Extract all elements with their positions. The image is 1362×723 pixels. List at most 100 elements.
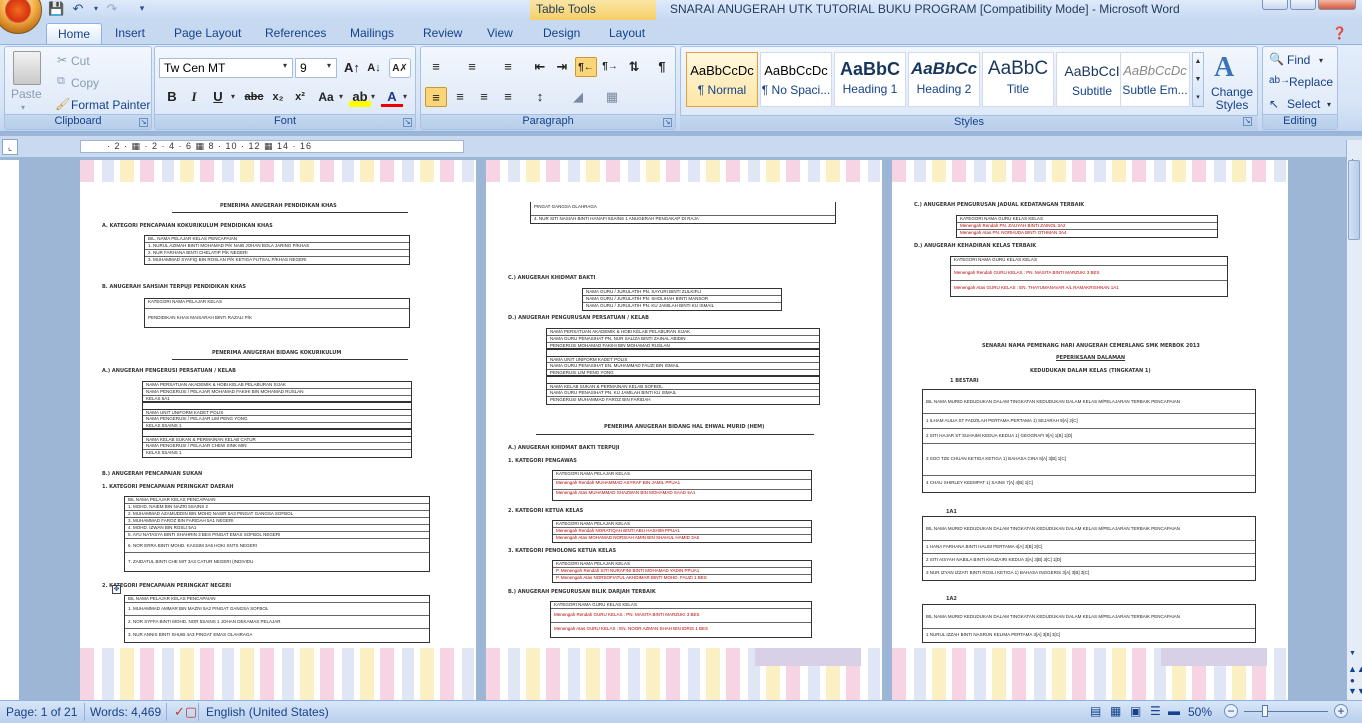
show-formatting-icon[interactable]: ¶ — [651, 57, 673, 77]
tab-review[interactable]: Review — [412, 23, 473, 44]
bullets-icon[interactable]: ≡ — [425, 57, 447, 77]
font-name-box[interactable]: Tw Cen MT — [159, 58, 293, 78]
shading-icon[interactable]: ◢ — [567, 87, 589, 107]
justify-icon[interactable]: ≡ — [497, 87, 519, 107]
draft-icon[interactable]: ▬ — [1168, 704, 1180, 718]
scroll-thumb[interactable] — [1348, 160, 1360, 240]
select-button[interactable]: Select — [1287, 97, 1320, 111]
font-color-dropdown-icon[interactable]: ▾ — [403, 92, 407, 101]
tab-view[interactable]: View — [476, 23, 524, 44]
minimize-button[interactable] — [1262, 0, 1288, 10]
outline-icon[interactable]: ☰ — [1150, 704, 1161, 718]
save-icon[interactable]: 💾 — [48, 1, 64, 16]
shrink-font-icon[interactable]: A↓ — [363, 58, 385, 78]
previous-page-icon[interactable]: ▲▲ — [1348, 664, 1362, 674]
decrease-indent-icon[interactable]: ⇤ — [529, 57, 551, 77]
help-icon[interactable]: ❓ — [1332, 26, 1347, 40]
paragraph-launcher-icon[interactable]: ↘ — [663, 118, 672, 127]
italic-icon[interactable]: I — [183, 87, 205, 107]
close-button[interactable] — [1318, 0, 1356, 10]
underline-icon[interactable]: U — [207, 87, 229, 107]
font-launcher-icon[interactable]: ↘ — [403, 118, 412, 127]
styles-launcher-icon[interactable]: ↘ — [1243, 117, 1252, 126]
tab-selector-icon[interactable]: ⌞ — [2, 139, 18, 155]
paste-dropdown-icon[interactable]: ▾ — [21, 103, 25, 112]
word-count[interactable]: Words: 4,469 — [90, 705, 161, 719]
line-spacing-icon[interactable]: ↕ — [529, 87, 551, 107]
proofing-icon[interactable]: ✓▢ — [174, 704, 197, 720]
tab-design[interactable]: Design — [532, 23, 591, 44]
grow-font-icon[interactable]: A↑ — [341, 58, 363, 78]
change-case-icon[interactable]: Aa — [315, 87, 337, 107]
ruler-marks[interactable]: · 2 · ▦ · 2 · 4 · 6 ▦ 8 · 10 · 12 ▦ 14 ·… — [80, 140, 464, 153]
underline-dropdown-icon[interactable]: ▾ — [231, 92, 235, 101]
zoom-slider-thumb[interactable] — [1262, 705, 1268, 717]
browse-object-icon[interactable]: ● — [1350, 676, 1355, 685]
highlight-dropdown-icon[interactable]: ▾ — [371, 92, 375, 101]
align-center-icon[interactable]: ≡ — [449, 87, 471, 107]
font-size-dropdown-icon[interactable]: ▾ — [327, 61, 331, 70]
find-button[interactable]: Find — [1287, 53, 1310, 67]
paste-icon[interactable] — [13, 51, 41, 85]
format-painter-button[interactable]: Format Painter — [71, 98, 150, 112]
undo-dropdown-icon[interactable]: ▾ — [88, 1, 104, 16]
zoom-slider-track[interactable] — [1244, 711, 1328, 712]
tab-page-layout[interactable]: Page Layout — [163, 23, 252, 44]
strikethrough-icon[interactable]: abc — [243, 87, 265, 107]
style-heading-2[interactable]: AaBbCc Heading 2 — [908, 52, 980, 107]
change-styles-button[interactable]: Change Styles — [1210, 86, 1254, 112]
highlight-icon[interactable]: ab — [349, 87, 371, 107]
borders-icon[interactable]: ▦ — [601, 87, 623, 107]
replace-button[interactable]: Replace — [1289, 75, 1333, 89]
style-no-spacing[interactable]: AaBbCcDc ¶ No Spaci... — [760, 52, 832, 107]
customize-qat-icon[interactable]: ▾ — [134, 1, 150, 16]
vertical-ruler[interactable] — [0, 160, 20, 700]
page-count[interactable]: Page: 1 of 21 — [6, 705, 77, 719]
zoom-in-icon[interactable]: + — [1334, 704, 1348, 718]
page-3[interactable]: C.) ANUGERAH PENGURUSAN JADUAL KEDATANGA… — [892, 160, 1288, 700]
cut-button[interactable]: Cut — [71, 54, 90, 68]
align-right-icon[interactable]: ≡ — [473, 87, 495, 107]
tab-insert[interactable]: Insert — [104, 23, 156, 44]
zoom-out-icon[interactable]: − — [1224, 704, 1238, 718]
font-name-dropdown-icon[interactable]: ▾ — [283, 61, 287, 70]
bold-icon[interactable]: B — [161, 87, 183, 107]
increase-indent-icon[interactable]: ⇥ — [551, 57, 573, 77]
scroll-down-icon[interactable]: ▼ — [1349, 650, 1356, 657]
copy-icon[interactable]: ⧉ — [57, 75, 65, 88]
select-icon[interactable]: ↖ — [1269, 97, 1279, 111]
tab-layout[interactable]: Layout — [598, 23, 656, 44]
align-left-icon[interactable]: ≡ — [425, 87, 447, 107]
redo-icon[interactable]: ↷ — [104, 1, 120, 16]
numbering-icon[interactable]: ≡ — [461, 57, 483, 77]
tab-mailings[interactable]: Mailings — [339, 23, 405, 44]
font-color-icon[interactable]: A — [381, 87, 403, 107]
style-subtle-emphasis[interactable]: AaBbCcDc Subtle Em... — [1120, 52, 1190, 107]
web-layout-icon[interactable]: ▣ — [1130, 704, 1141, 718]
replace-icon[interactable]: ab→ — [1269, 75, 1290, 86]
change-case-dropdown-icon[interactable]: ▾ — [339, 92, 343, 101]
clear-formatting-icon[interactable]: A✗ — [389, 58, 411, 78]
style-normal[interactable]: AaBbCcDc ¶ Normal — [686, 52, 758, 107]
copy-button[interactable]: Copy — [71, 76, 99, 90]
tab-home[interactable]: Home — [46, 23, 103, 44]
multilevel-list-icon[interactable]: ≡ — [497, 57, 519, 77]
style-subtitle[interactable]: AaBbCcI Subtitle — [1056, 52, 1128, 107]
page-2[interactable]: PINGAT GANGSA OLAHRAGA 4. NUR SITI NASIA… — [486, 160, 882, 700]
style-heading-1[interactable]: AaBbC Heading 1 — [834, 52, 906, 107]
maximize-button[interactable] — [1290, 0, 1316, 10]
style-title[interactable]: AaBbC Title — [982, 52, 1054, 107]
find-icon[interactable]: 🔍 — [1269, 52, 1284, 66]
page-1[interactable]: PENERIMA ANUGERAH PENDIDIKAN KHAS A. KAT… — [80, 160, 476, 700]
superscript-icon[interactable]: x² — [289, 87, 311, 107]
zoom-level[interactable]: 50% — [1188, 705, 1212, 719]
undo-icon[interactable]: ↶ — [70, 1, 86, 16]
language[interactable]: English (United States) — [206, 705, 329, 719]
subscript-icon[interactable]: x₂ — [267, 87, 289, 107]
tab-references[interactable]: References — [254, 23, 337, 44]
next-page-icon[interactable]: ▼▼ — [1348, 686, 1362, 696]
select-dropdown-icon[interactable]: ▾ — [1327, 100, 1331, 109]
styles-scroll-icon[interactable]: ▲ ▼ ▾ — [1192, 52, 1204, 107]
clipboard-launcher-icon[interactable]: ↘ — [139, 118, 148, 127]
paste-button[interactable]: Paste — [11, 87, 42, 101]
